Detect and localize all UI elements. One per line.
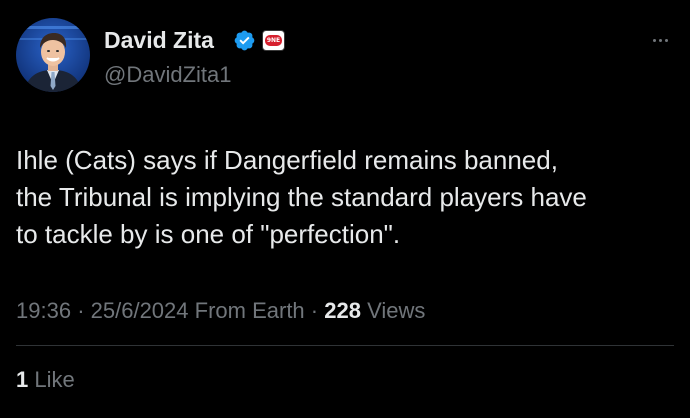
meta-separator: · <box>310 298 319 323</box>
tweet-text-line: Ihle (Cats) says if Dangerfield remains … <box>16 145 558 175</box>
author-name[interactable]: David Zita <box>104 26 214 54</box>
divider <box>16 345 674 346</box>
avatar-photo <box>16 18 90 92</box>
meta-separator: · <box>77 298 85 323</box>
likes-link[interactable]: 1 Like <box>16 366 75 394</box>
views-count[interactable]: 228 <box>324 298 361 323</box>
more-dot-icon <box>658 38 662 42</box>
tweet-text-line: to tackle by is one of "perfection". <box>16 219 401 249</box>
views-label[interactable]: Views <box>367 298 425 323</box>
more-dot-icon <box>652 38 656 42</box>
author-handle[interactable]: @DavidZita1 <box>104 62 232 88</box>
tweet-text: Ihle (Cats) says if Dangerfield remains … <box>16 142 676 253</box>
tweet-source: From Earth <box>194 298 305 323</box>
verified-badge-icon[interactable] <box>233 29 256 52</box>
likes-count: 1 <box>16 367 29 392</box>
tweet-time[interactable]: 19:36 <box>16 298 71 323</box>
likes-label: Like <box>34 367 75 392</box>
tweet-meta: 19:36 · 25/6/2024 From Earth · 228 Views <box>16 297 425 325</box>
tweet-card: David Zita 9NE @DavidZita1 Ihle (Cats) s… <box>0 0 690 418</box>
affiliate-badge-text: 9NE <box>265 35 282 46</box>
tweet-date[interactable]: 25/6/2024 <box>91 298 189 323</box>
more-dot-icon <box>664 38 668 42</box>
network-logo-icon[interactable]: 9NE <box>262 30 285 51</box>
avatar[interactable] <box>16 18 90 92</box>
tweet-text-line: the Tribunal is implying the standard pl… <box>16 182 587 212</box>
more-options-button[interactable] <box>646 30 674 50</box>
